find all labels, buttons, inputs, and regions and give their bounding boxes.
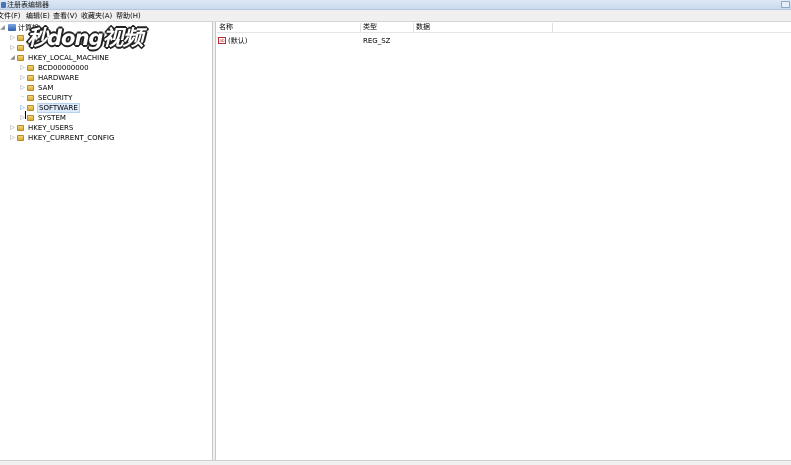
expand-arrow-icon[interactable]: ▷ — [20, 83, 25, 93]
values-list[interactable]: 名称 类型 数据 ab (默认) REG_SZ — [217, 22, 791, 460]
tree-label: HKEY_CURRENT_CONFIG — [28, 134, 115, 142]
tree-label: HARDWARE — [38, 74, 79, 82]
tree-node-bcd[interactable]: ▷ BCD00000000 — [0, 63, 100, 73]
tree-label-selected: SOFTWARE — [37, 103, 80, 113]
column-header-type[interactable]: 类型 — [361, 22, 413, 33]
pane-splitter[interactable] — [213, 22, 216, 460]
expand-arrow-icon[interactable]: ▷ — [10, 133, 15, 143]
menu-bar: 文件(F) 编辑(E) 查看(V) 收藏夹(A) 帮助(H) — [0, 10, 791, 22]
status-bar — [0, 460, 791, 465]
folder-open-icon — [17, 55, 24, 61]
tree-label: SYSTEM — [38, 114, 66, 122]
value-type: REG_SZ — [363, 37, 391, 45]
expand-arrow-icon[interactable]: ▷ — [20, 63, 25, 73]
tree-label: HKEY_USERS — [28, 124, 74, 132]
expand-arrow-icon[interactable]: ▷ — [20, 73, 25, 83]
computer-icon — [8, 24, 16, 31]
folder-icon — [17, 125, 24, 131]
column-header-name[interactable]: 名称 — [217, 22, 360, 33]
tree-label: SAM — [38, 84, 54, 92]
folder-icon — [27, 95, 34, 101]
menu-help[interactable]: 帮助(H) — [115, 11, 142, 21]
menu-file[interactable]: 文件(F) — [0, 11, 22, 21]
string-value-icon: ab — [218, 37, 226, 44]
mouse-cursor-icon — [25, 111, 29, 119]
watermark-logo: 秒dong视频 — [27, 26, 143, 50]
collapse-arrow-icon[interactable]: ◢ — [0, 23, 5, 33]
tree-label: HKEY_LOCAL_MACHINE — [28, 54, 109, 62]
window-control-button[interactable] — [781, 1, 790, 8]
title-bar: 注册表编辑器 — [0, 0, 791, 10]
tree-node-hardware[interactable]: ▷ HARDWARE — [0, 73, 100, 83]
column-divider[interactable] — [552, 23, 553, 32]
menu-view[interactable]: 查看(V) — [52, 11, 78, 21]
folder-icon — [27, 65, 34, 71]
collapse-arrow-icon[interactable]: ◢ — [10, 53, 15, 63]
tree-node-software[interactable]: ▷ SOFTWARE — [0, 103, 100, 113]
tree-node-system[interactable]: ▷ SYSTEM — [0, 113, 100, 123]
tree-node-hku[interactable]: ▷ HKEY_USERS — [0, 123, 100, 133]
tree-label: SECURITY — [38, 94, 73, 102]
folder-icon — [27, 85, 34, 91]
tree-node-sam[interactable]: ▷ SAM — [0, 83, 100, 93]
tree-label: BCD00000000 — [38, 64, 89, 72]
folder-icon — [27, 75, 34, 81]
folder-icon — [17, 35, 24, 41]
folder-icon — [17, 135, 24, 141]
folder-icon — [17, 45, 24, 51]
expand-arrow-icon[interactable]: ▷ — [10, 43, 15, 53]
tree-node-security[interactable]: ─ SECURITY — [0, 93, 100, 103]
menu-edit[interactable]: 编辑(E) — [25, 11, 51, 21]
value-name: (默认) — [228, 37, 248, 45]
registry-tree[interactable]: ◢ 计算机 ▷ ▷ ◢ HKEY_LOCAL_MACHINE ▷ BCD0000… — [0, 22, 213, 460]
column-header-data[interactable]: 数据 — [414, 22, 552, 33]
tree-node[interactable]: ▷ — [0, 43, 30, 53]
regedit-icon — [1, 2, 6, 8]
tree-line-icon: ─ — [20, 94, 25, 101]
tree-node-hklm[interactable]: ◢ HKEY_LOCAL_MACHINE — [0, 53, 120, 63]
menu-favorites[interactable]: 收藏夹(A) — [80, 11, 113, 21]
expand-arrow-icon[interactable]: ▷ — [10, 123, 15, 133]
window-title: 注册表编辑器 — [7, 1, 49, 9]
tree-node-hkcc[interactable]: ▷ HKEY_CURRENT_CONFIG — [0, 133, 120, 143]
table-row[interactable]: ab (默认) REG_SZ — [217, 36, 791, 46]
list-header: 名称 类型 数据 — [217, 22, 791, 33]
tree-node[interactable]: ▷ — [0, 33, 30, 43]
expand-arrow-icon[interactable]: ▷ — [10, 33, 15, 43]
